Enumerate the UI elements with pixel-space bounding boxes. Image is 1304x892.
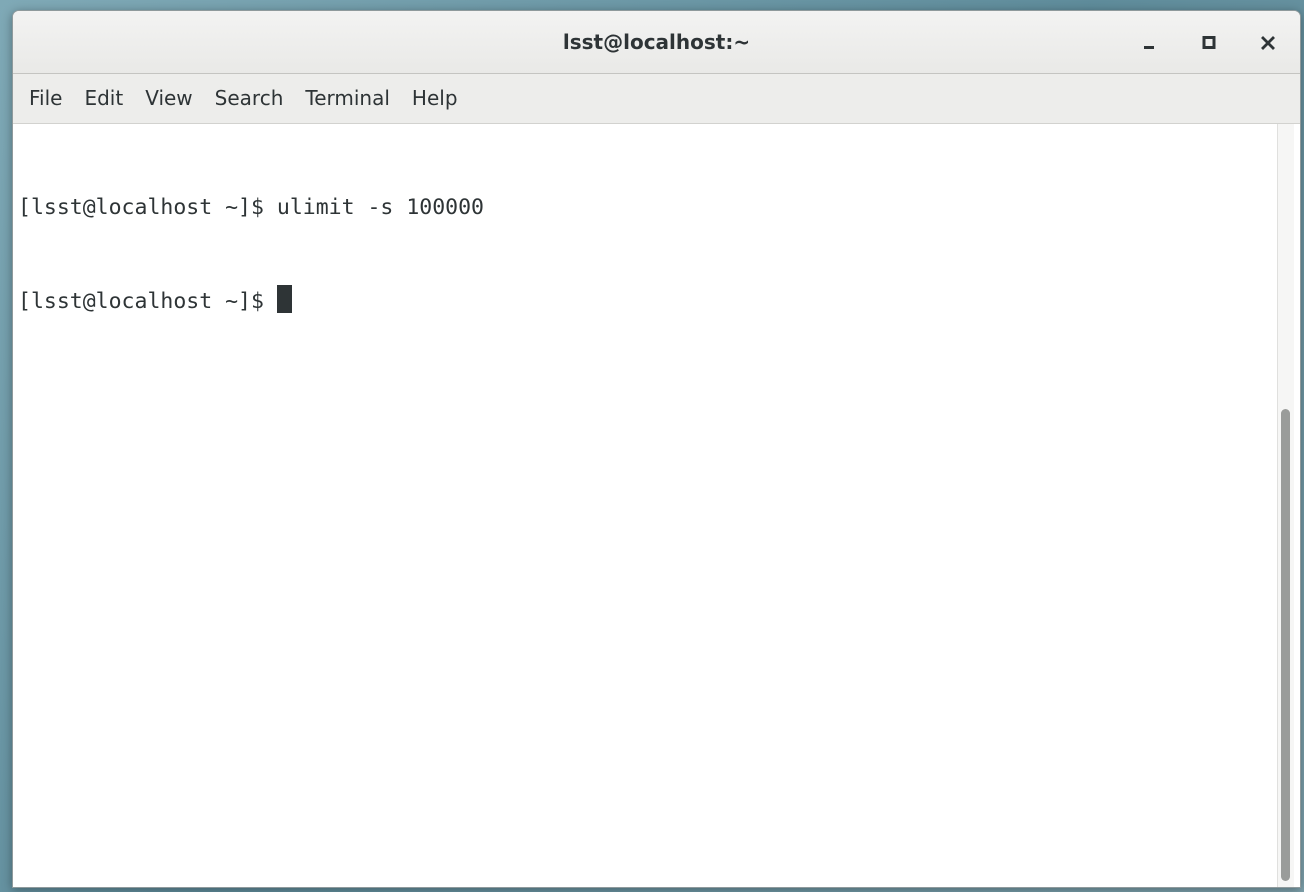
title-bar[interactable]: lsst@localhost:~ [13, 11, 1300, 74]
menu-search[interactable]: Search [204, 74, 295, 123]
maximize-button[interactable] [1192, 26, 1226, 60]
minimize-icon [1144, 46, 1154, 49]
text-cursor [276, 285, 292, 313]
vertical-scrollbar[interactable] [1277, 124, 1294, 887]
terminal-window: lsst@localhost:~ File Edit View Search T… [12, 10, 1301, 888]
menu-view[interactable]: View [134, 74, 203, 123]
close-icon [1261, 36, 1275, 50]
menu-help[interactable]: Help [401, 74, 469, 123]
menu-bar: File Edit View Search Terminal Help [13, 74, 1300, 124]
menu-terminal[interactable]: Terminal [294, 74, 401, 123]
window-title: lsst@localhost:~ [562, 30, 751, 54]
scrollbar-thumb[interactable] [1281, 409, 1290, 881]
menu-file[interactable]: File [18, 74, 73, 123]
terminal-prompt-text: [lsst@localhost ~]$ [18, 289, 277, 314]
menu-edit[interactable]: Edit [73, 74, 134, 123]
terminal-output: [lsst@localhost ~]$ ulimit -s 100000 [ls… [18, 130, 484, 378]
minimize-button[interactable] [1132, 26, 1166, 60]
terminal-prompt-line: [lsst@localhost ~]$ [18, 285, 484, 316]
close-button[interactable] [1251, 26, 1285, 60]
terminal-area[interactable]: [lsst@localhost ~]$ ulimit -s 100000 [ls… [13, 124, 1300, 887]
maximize-icon [1202, 36, 1216, 49]
terminal-line-text: [lsst@localhost ~]$ ulimit -s 100000 [18, 195, 484, 220]
desktop-background: lsst@localhost:~ File Edit View Search T… [0, 0, 1304, 892]
terminal-line: [lsst@localhost ~]$ ulimit -s 100000 [18, 192, 484, 223]
